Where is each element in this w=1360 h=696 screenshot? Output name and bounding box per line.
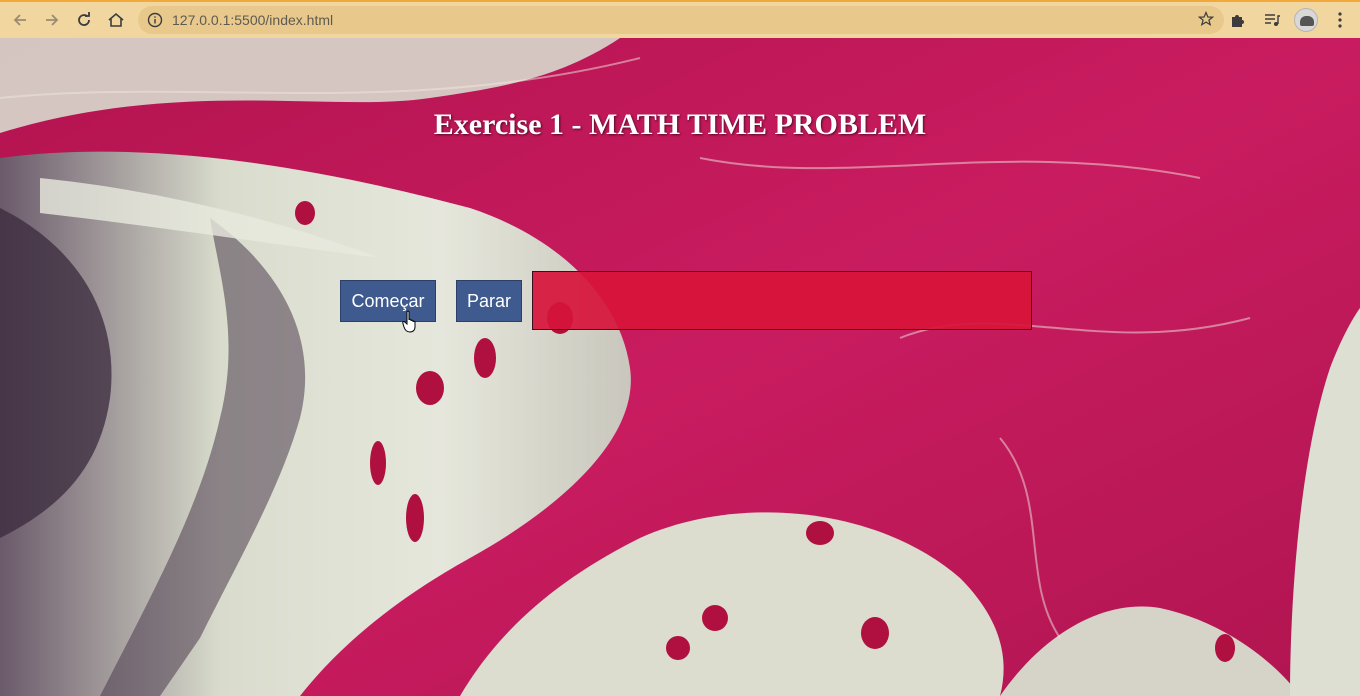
stop-button[interactable]: Parar xyxy=(456,280,522,322)
page-title: Exercise 1 - MATH TIME PROBLEM xyxy=(433,108,927,141)
browser-toolbar: 127.0.0.1:5500/index.html xyxy=(0,0,1360,38)
kebab-menu-icon[interactable] xyxy=(1326,6,1354,34)
star-icon[interactable] xyxy=(1197,10,1215,32)
timer-display xyxy=(532,271,1032,330)
url-text[interactable]: 127.0.0.1:5500/index.html xyxy=(172,12,333,28)
address-bar[interactable]: 127.0.0.1:5500/index.html xyxy=(138,6,1224,34)
back-arrow-icon[interactable] xyxy=(4,5,36,35)
forward-arrow-icon[interactable] xyxy=(36,5,68,35)
info-icon[interactable] xyxy=(138,12,172,28)
avatar[interactable] xyxy=(1294,8,1318,32)
home-icon[interactable] xyxy=(100,5,132,35)
reload-icon[interactable] xyxy=(68,5,100,35)
playlist-icon[interactable] xyxy=(1258,6,1286,34)
page-viewport: Exercise 1 - MATH TIME PROBLEM Começar P… xyxy=(0,38,1360,696)
hand-cursor-icon xyxy=(402,310,416,333)
start-button[interactable]: Começar xyxy=(340,280,436,322)
puzzle-icon[interactable] xyxy=(1224,6,1252,34)
profile-button[interactable] xyxy=(1292,6,1320,34)
